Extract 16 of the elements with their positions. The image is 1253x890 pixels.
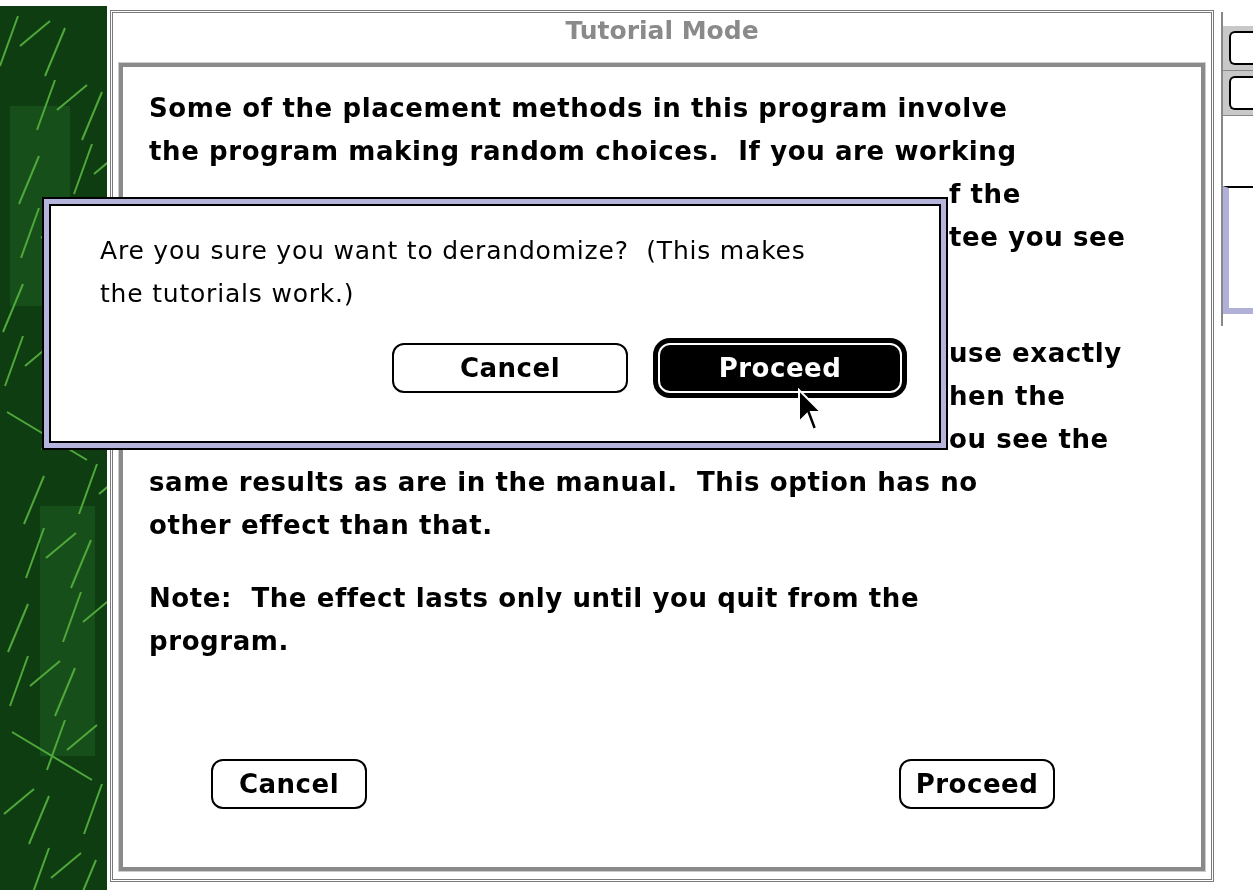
tutorial-text-line: hen the bbox=[949, 380, 1066, 413]
tutorial-text-line: other effect than that. bbox=[149, 509, 493, 542]
tutorial-text-line: f the bbox=[949, 178, 1021, 211]
tutorial-text-line: tee you see bbox=[949, 221, 1126, 254]
cancel-button[interactable]: Cancel bbox=[392, 343, 628, 393]
tutorial-text-line: use exactly bbox=[949, 337, 1122, 370]
dialog-message: Are you sure you want to derandomize? (This makes the tutorials work.) bbox=[100, 235, 807, 310]
tutorial-text-line: the program making random choices. If you are working bbox=[149, 135, 1017, 168]
tutorial-text-line: Some of the placement methods in this program involve bbox=[149, 92, 1008, 125]
window-title: Tutorial Mode bbox=[564, 15, 760, 47]
tutorial-text-line: ou see the bbox=[949, 423, 1109, 456]
tutorial-text-line: Note: The effect lasts only until you quit from the bbox=[149, 582, 920, 615]
proceed-button[interactable]: Proceed bbox=[899, 759, 1055, 809]
tutorial-text-line: same results as are in the manual. This option has no bbox=[149, 466, 978, 499]
tutorial-text-line: program. bbox=[149, 625, 290, 658]
cancel-button[interactable]: Cancel bbox=[211, 759, 367, 809]
